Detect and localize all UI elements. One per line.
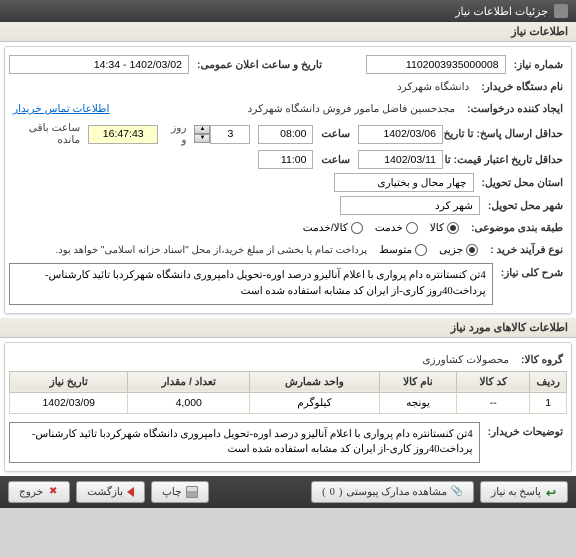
footer-toolbar: پاسخ به نیاز مشاهده مدارک پیوستی (0) چاپ… [0,476,576,508]
lbl-validity: حداقل تاریخ اعتبار قیمت: تا تاریخ: [447,154,567,166]
lbl-reply-deadline: حداقل ارسال پاسخ: تا تاریخ: [447,128,567,140]
lbl-hour-2: ساعت [317,154,354,166]
field-request-place: چهار محال و بختیاری [334,173,474,192]
lbl-need-no: شماره نیاز: [510,59,567,71]
th-redif: ردیف [530,371,567,392]
cell-code: -- [457,392,530,413]
goods-table: ردیف کد کالا نام کالا واحد شمارش تعداد /… [9,371,567,414]
subject-class-radios: کالا خدمت کالا/خدمت [299,222,463,234]
section-goods-header: اطلاعات کالاهای مورد نیاز [0,318,576,338]
th-code: کد کالا [457,371,530,392]
textarea-buyer-notes[interactable] [9,422,480,464]
th-name: نام کالا [379,371,456,392]
need-info-card: شماره نیاز: 1102003935000008 تاریخ و ساع… [4,46,572,314]
lbl-process-type: نوع فرآیند خرید : [486,244,567,256]
th-date: تاریخ نیاز [10,371,128,392]
table-row[interactable]: 1 -- یونجه کیلوگرم 4,000 1402/03/09 [10,392,567,413]
lbl-group: گروه کالا: [517,354,567,366]
th-qty: تعداد / مقدار [128,371,250,392]
lbl-hour-1: ساعت [317,128,354,140]
radio-goods-service[interactable]: کالا/خدمت [303,222,363,234]
field-need-no: 1102003935000008 [366,55,506,74]
radio-dot-icon [447,222,459,234]
cell-qty: 4,000 [128,392,250,413]
val-requester: مجدحسین فاضل مامور فروش دانشگاه شهرکرد [244,103,460,115]
print-button[interactable]: چاپ [151,481,209,503]
window-titlebar: جزئیات اطلاعات نیاز [0,0,576,22]
radio-icon [406,222,418,234]
radio-minor[interactable]: جزیی [439,244,478,256]
exit-icon [47,486,59,498]
stepper-up-icon[interactable]: ▲ [194,125,210,134]
cell-name: یونجه [379,392,456,413]
attachment-icon [451,486,463,498]
lbl-subject-class: طبقه بندی موضوعی: [467,222,567,234]
lbl-days: روز و [162,122,190,146]
lbl-need-desc: شرح کلی نیاز: [497,263,567,279]
goods-card: گروه کالا: محصولات کشاورزی ردیف کد کالا … [4,342,572,473]
radio-icon [351,222,363,234]
radio-icon [415,244,427,256]
lbl-request-place: استان محل تحویل: [478,177,567,189]
reply-button[interactable]: پاسخ به نیاز [480,481,568,503]
field-days-left: 3 [210,125,250,144]
cell-unit: کیلوگرم [250,392,380,413]
days-left-stepper[interactable]: 3 ▲ ▼ [194,125,250,144]
reply-icon [545,486,557,498]
val-group: محصولات کشاورزی [418,354,513,366]
val-buyer: دانشگاه شهرکرد [393,81,473,93]
window-icon [554,4,568,18]
lbl-buyer-notes: توضیحات خریدار: [484,422,567,438]
radio-dot-icon [466,244,478,256]
field-reply-date: 1402/03/06 [358,125,443,144]
window-title: جزئیات اطلاعات نیاز [455,5,548,18]
section-need-info-header: اطلاعات نیاز [0,22,576,42]
table-header-row: ردیف کد کالا نام کالا واحد شمارش تعداد /… [10,371,567,392]
print-icon [186,486,198,498]
field-validity-date: 1402/03/11 [358,150,443,169]
stepper-down-icon[interactable]: ▼ [194,134,210,143]
back-button[interactable]: بازگشت [76,481,145,503]
payment-note: پرداخت تمام یا بخشی از مبلغ خرید،از محل … [52,245,372,256]
exit-button[interactable]: خروج [8,481,70,503]
radio-medium[interactable]: متوسط [379,244,427,256]
view-attachments-button[interactable]: مشاهده مدارک پیوستی (0) [311,481,474,503]
lbl-buyer: نام دستگاه خریدار: [477,81,567,93]
link-contact-info[interactable]: اطلاعات تماس خریدار [9,103,113,115]
th-unit: واحد شمارش [250,371,380,392]
lbl-remain: ساعت باقی مانده [9,122,84,146]
radio-goods[interactable]: کالا [430,222,459,234]
field-remain-time: 16:47:43 [88,125,158,144]
process-type-radios: جزیی متوسط [375,244,482,256]
textarea-need-desc[interactable] [9,263,493,305]
field-pub-date: 1402/03/02 - 14:34 [9,55,189,74]
lbl-delivery-place: شهر محل تحویل: [484,200,567,212]
cell-date: 1402/03/09 [10,392,128,413]
radio-service[interactable]: خدمت [375,222,418,234]
cell-redif: 1 [530,392,567,413]
back-icon [127,487,134,497]
field-reply-time: 08:00 [258,125,313,144]
lbl-requester: ایجاد کننده درخواست: [463,103,567,115]
field-delivery-place: شهر کرد [340,196,480,215]
field-validity-time: 11:00 [258,150,313,169]
lbl-pub-date: تاریخ و ساعت اعلان عمومی: [193,59,326,71]
